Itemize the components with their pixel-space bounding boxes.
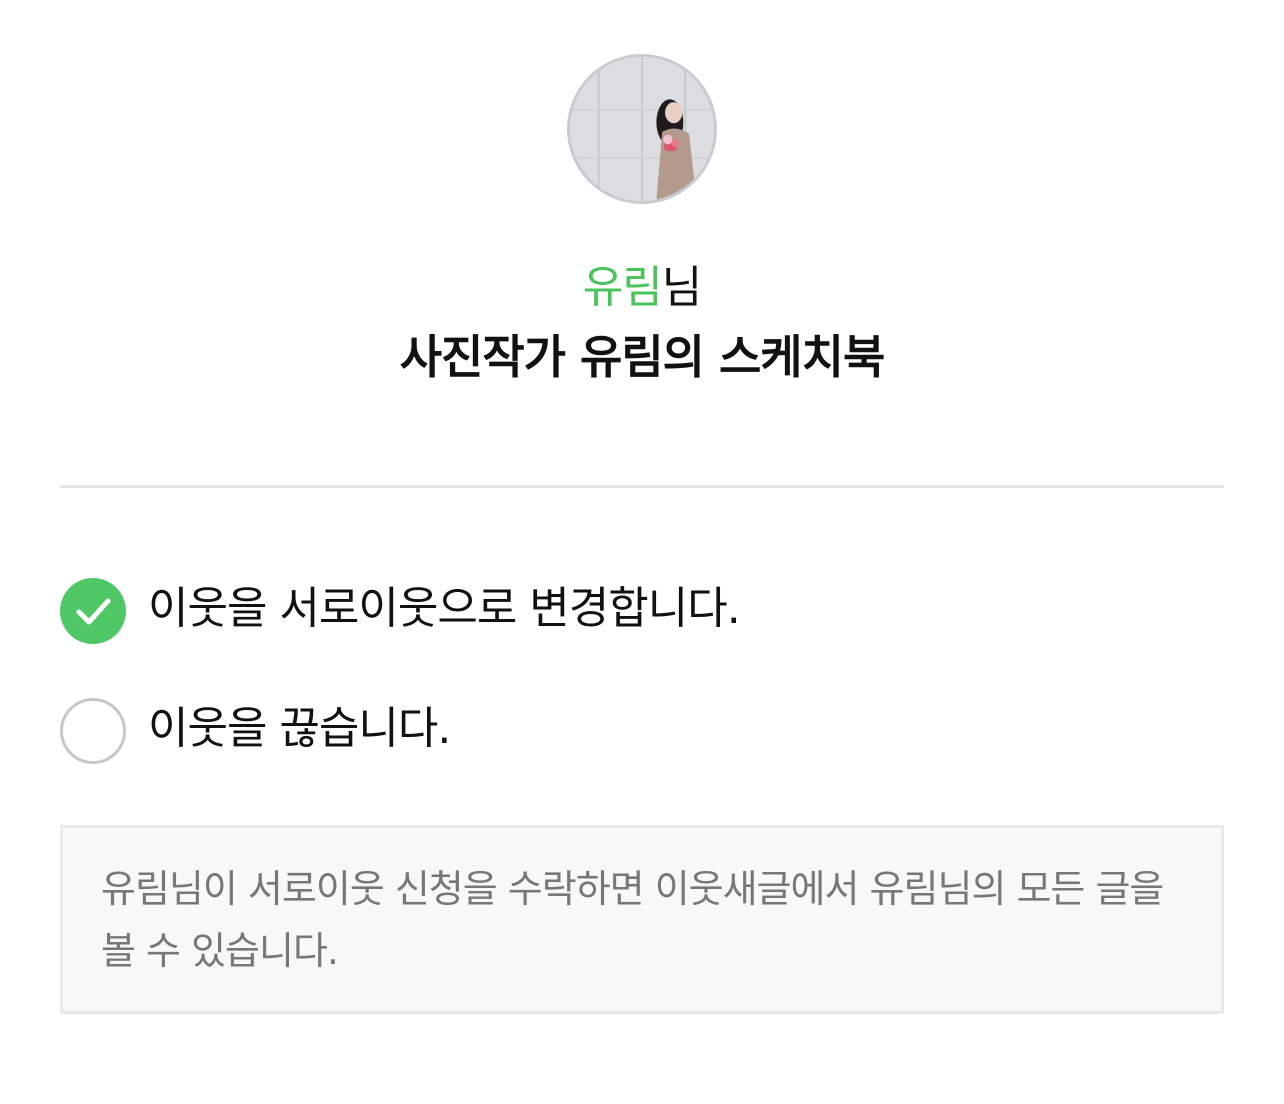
nickname: 유림 (582, 262, 663, 313)
option-label: 이웃을 끊습니다. (148, 703, 451, 754)
honorific: 님 (661, 262, 702, 313)
option-unfollow-neighbor[interactable]: 이웃을 끊습니다. (60, 698, 1060, 764)
option-label: 이웃을 서로이웃으로 변경합니다. (148, 583, 741, 634)
divider (60, 485, 1224, 488)
avatar (567, 54, 717, 204)
info-notice-box: 유림님이 서로이웃 신청을 수락하면 이웃새글에서 유림님의 모든 글을 볼 수… (60, 825, 1224, 1014)
blog-title: 사진작가 유림의 스케치북 (399, 330, 886, 384)
avatar-photo (570, 57, 714, 201)
option-change-to-mutual-neighbor[interactable]: 이웃을 서로이웃으로 변경합니다. (60, 578, 1060, 644)
nickname-line: 유림님 (0, 260, 1284, 316)
notice-text: 유림님이 서로이웃 신청을 수락하면 이웃새글에서 유림님의 모든 글을 볼 수… (101, 867, 1164, 973)
check-circle-icon[interactable] (60, 578, 126, 644)
empty-circle-icon[interactable] (60, 698, 126, 764)
